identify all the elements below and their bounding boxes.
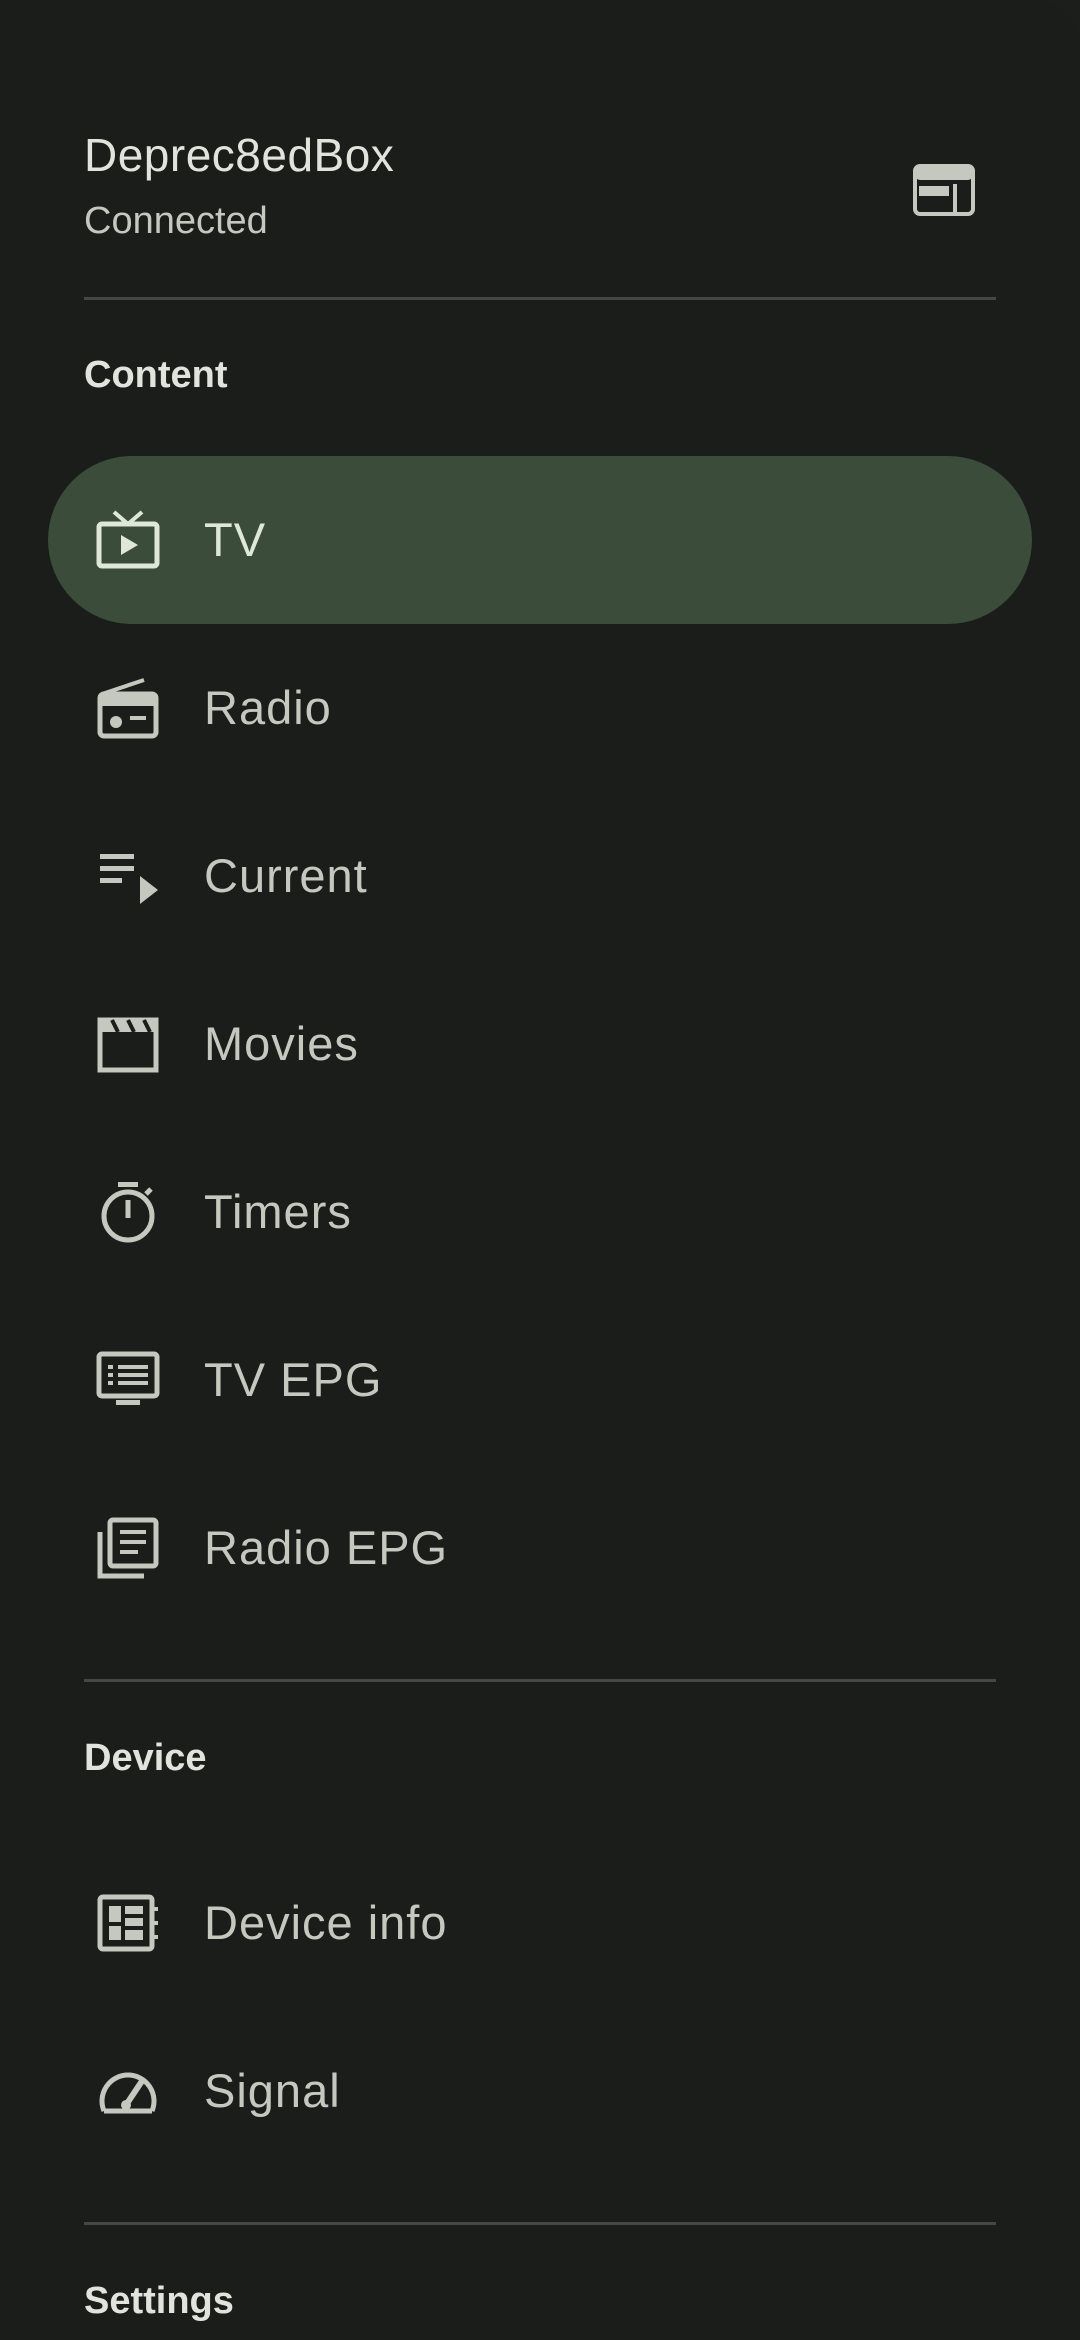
nav-item-tv[interactable]: TV xyxy=(48,456,1032,624)
section-title-device: Device xyxy=(84,1737,207,1779)
nav-item-device-info[interactable]: Device info xyxy=(48,1839,1032,2007)
nav-label: Radio EPG xyxy=(204,1521,449,1574)
nav-label: TV EPG xyxy=(204,1353,383,1406)
nav-label: Timers xyxy=(204,1185,352,1238)
nav-item-timers[interactable]: Timers xyxy=(48,1128,1032,1296)
nav-item-radio-epg[interactable]: Radio EPG xyxy=(48,1464,1032,1632)
dashboard-web-icon xyxy=(913,164,975,216)
playlist-play-icon xyxy=(100,854,158,904)
radio-guide-icon xyxy=(97,1517,159,1579)
nav-label: TV xyxy=(204,513,267,566)
section-title-content: Content xyxy=(84,354,228,396)
connection-status: Connected xyxy=(84,200,268,242)
nav-item-tv-epg[interactable]: TV EPG xyxy=(48,1296,1032,1464)
nav-label: Signal xyxy=(204,2064,341,2117)
section-title-settings: Settings xyxy=(84,2280,234,2322)
speedometer-icon xyxy=(99,2072,157,2114)
device-info-icon xyxy=(97,1894,158,1952)
timer-icon xyxy=(101,1182,155,1243)
nav-item-movies[interactable]: Movies xyxy=(48,960,1032,1128)
nav-label: Radio xyxy=(204,681,332,734)
divider xyxy=(84,2222,996,2225)
nav-label: Current xyxy=(204,849,368,902)
divider xyxy=(84,1679,996,1682)
live-tv-icon xyxy=(96,510,160,569)
drawer-header: Deprec8edBox Connected xyxy=(84,128,996,248)
switch-profile-button[interactable] xyxy=(908,154,980,226)
nav-label: Movies xyxy=(204,1017,359,1070)
nav-item-radio[interactable]: Radio xyxy=(48,624,1032,792)
navigation-drawer: Deprec8edBox Connected Content TV Radio … xyxy=(0,0,1080,2340)
nav-item-current[interactable]: Current xyxy=(48,792,1032,960)
movie-clapper-icon xyxy=(97,1017,159,1073)
nav-label: Device info xyxy=(204,1896,448,1949)
divider xyxy=(84,297,996,300)
radio-icon xyxy=(97,678,159,739)
receiver-name: Deprec8edBox xyxy=(84,129,395,181)
nav-item-signal[interactable]: Signal xyxy=(48,2007,1032,2175)
tv-guide-icon xyxy=(96,1351,160,1405)
